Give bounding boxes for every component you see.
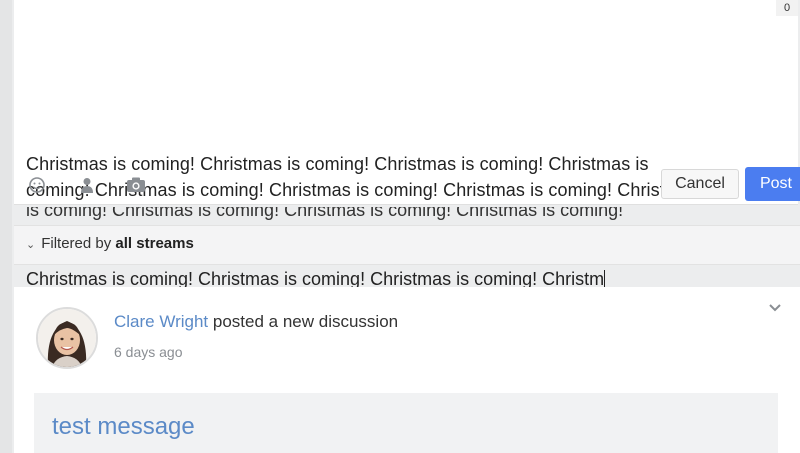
feed-headline: Clare Wright posted a new discussion [114,312,398,332]
composer-text-line: is coming! Christmas is coming! Christma… [26,207,624,220]
chevron-down-icon[interactable]: ⌄ [26,227,35,263]
message-preview[interactable]: test message [34,393,778,453]
post-button[interactable]: Post [745,167,800,201]
feed-action-text: posted a new discussion [212,312,399,331]
stream-filter-bar[interactable]: ⌄ Filtered by all streams [14,225,800,265]
post-composer[interactable]: 0 Christmas is coming! Christmas is comi… [14,0,800,205]
feed-item: Clare Wright posted a new discussion 6 d… [14,287,800,453]
smiley-icon[interactable] [28,176,46,194]
echo-text-content: Christmas is coming! Christmas is coming… [26,269,605,289]
message-title[interactable]: test message [52,413,195,441]
text-caret [604,270,606,288]
camera-icon[interactable] [126,176,145,194]
left-gutter [0,0,12,453]
composer-overflow-text: is coming! Christmas is coming! Christma… [26,207,726,221]
character-count: 0 [776,0,798,16]
avatar[interactable] [36,307,98,369]
timestamp[interactable]: 6 days ago [114,344,183,360]
filter-prefix: Filtered by [41,235,112,252]
cancel-button[interactable]: Cancel [661,169,739,199]
author-link[interactable]: Clare Wright [114,312,208,331]
filter-value[interactable]: all streams [115,235,193,252]
chevron-down-icon[interactable] [768,301,782,316]
mention-person-icon[interactable] [78,176,96,194]
